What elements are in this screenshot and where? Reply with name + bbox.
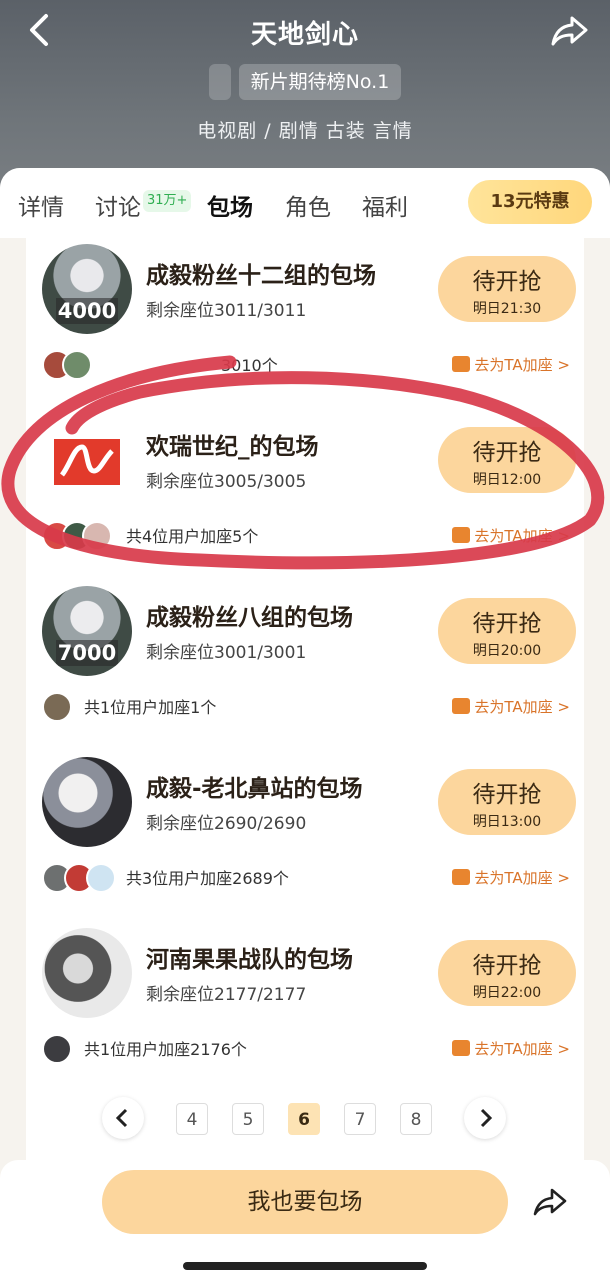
bottom-bar: 我也要包场: [0, 1160, 610, 1280]
page-7[interactable]: 7: [344, 1103, 376, 1135]
sofa-icon: [452, 1040, 471, 1056]
seat-count: 剩余座位3005/3005: [146, 472, 307, 492]
avatar: [86, 863, 116, 893]
genre-line: 电视剧 / 剧情 古装 言情: [197, 120, 413, 142]
tab-bar: 详情 讨论 31万+ 包场 角色 福利 13元特惠: [0, 168, 610, 238]
rank-icon: [208, 64, 231, 100]
joined-summary: 3010个: [221, 356, 278, 375]
promo-button[interactable]: 13元特惠: [468, 180, 592, 224]
rank-badge[interactable]: 新片期待榜No.1: [238, 64, 402, 100]
add-seat-link[interactable]: 去为TA加座 >: [452, 696, 570, 717]
avatar-number: 7000: [56, 640, 118, 666]
content-panel: 详情 讨论 31万+ 包场 角色 福利 13元特惠 4000 成毅粉丝十二组的包…: [0, 168, 610, 1280]
add-seat-link[interactable]: 去为TA加座 >: [452, 525, 570, 546]
grab-time: 明日13:00: [472, 814, 542, 830]
booking-title: 河南果果战队的包场: [146, 947, 353, 973]
page-6[interactable]: 6: [288, 1103, 320, 1135]
avatar: [42, 415, 132, 505]
prev-page-button[interactable]: [102, 1097, 144, 1139]
booking-title: 成毅-老北鼻站的包场: [146, 776, 363, 802]
seat-count: 剩余座位3011/3011: [146, 301, 307, 321]
booking-title: 欢瑞世纪_的包场: [146, 434, 319, 460]
avatar: 7000: [42, 586, 132, 676]
grab-label: 待开抢: [472, 440, 542, 466]
booking-title: 成毅粉丝十二组的包场: [146, 263, 376, 289]
grab-button[interactable]: 待开抢 明日12:00: [438, 427, 576, 493]
grab-time: 明日22:00: [472, 985, 542, 1001]
tab-details[interactable]: 详情: [18, 188, 64, 222]
grab-label: 待开抢: [472, 611, 542, 637]
share-icon[interactable]: [548, 10, 592, 50]
seat-count: 剩余座位2690/2690: [146, 814, 307, 834]
avatar: [82, 521, 112, 551]
grab-label: 待开抢: [472, 269, 542, 295]
grab-button[interactable]: 待开抢 明日22:00: [438, 940, 576, 1006]
avatar: [42, 692, 72, 722]
sofa-icon: [452, 869, 471, 885]
tab-roles[interactable]: 角色: [285, 188, 331, 222]
chevron-left-icon: [115, 1108, 128, 1128]
page-4[interactable]: 4: [176, 1103, 208, 1135]
joined-summary: 共3位用户加座2689个: [126, 869, 289, 888]
next-page-button[interactable]: [464, 1097, 506, 1139]
grab-time: 明日21:30: [472, 301, 542, 317]
home-indicator: [183, 1262, 427, 1270]
sofa-icon: [452, 527, 471, 543]
discussion-count-badge: 31万+: [143, 190, 192, 212]
huanrui-logo-icon: [54, 439, 120, 485]
avatar: [42, 928, 132, 1018]
joined-summary: 共4位用户加座5个: [126, 527, 259, 546]
list-item[interactable]: 河南果果战队的包场 剩余座位2177/2177 待开抢 明日22:00 共1位用…: [26, 922, 584, 1092]
seat-count: 剩余座位2177/2177: [146, 985, 307, 1005]
grab-button[interactable]: 待开抢 明日20:00: [438, 598, 576, 664]
list-item[interactable]: 4000 成毅粉丝十二组的包场 剩余座位3011/3011 待开抢 明日21:3…: [26, 238, 584, 408]
avatar: [42, 757, 132, 847]
joined-summary: 共1位用户加座1个: [84, 698, 217, 717]
avatar: [42, 1034, 72, 1064]
grab-time: 明日20:00: [472, 643, 542, 659]
list-item[interactable]: 成毅-老北鼻站的包场 剩余座位2690/2690 待开抢 明日13:00 共3位…: [26, 751, 584, 921]
avatar: [62, 350, 92, 380]
joined-summary: 共1位用户加座2176个: [84, 1040, 247, 1059]
page-8[interactable]: 8: [400, 1103, 432, 1135]
page-5[interactable]: 5: [232, 1103, 264, 1135]
tab-discussion[interactable]: 讨论: [95, 188, 141, 222]
add-seat-link[interactable]: 去为TA加座 >: [452, 867, 570, 888]
booking-title: 成毅粉丝八组的包场: [146, 605, 353, 631]
avatar: 4000: [42, 244, 132, 334]
grab-button[interactable]: 待开抢 明日21:30: [438, 256, 576, 322]
add-seat-link[interactable]: 去为TA加座 >: [452, 1038, 570, 1059]
booking-list: 4000 成毅粉丝十二组的包场 剩余座位3011/3011 待开抢 明日21:3…: [26, 238, 584, 1238]
sofa-icon: [452, 356, 471, 372]
add-seat-link[interactable]: 去为TA加座 >: [452, 354, 570, 375]
page-title: 天地剑心: [250, 20, 359, 50]
list-item[interactable]: 欢瑞世纪_的包场 剩余座位3005/3005 待开抢 明日12:00 共4位用户…: [26, 409, 584, 579]
tab-benefits[interactable]: 福利: [362, 188, 408, 222]
pagination: 4 5 6 7 8: [26, 1093, 584, 1143]
grab-button[interactable]: 待开抢 明日13:00: [438, 769, 576, 835]
grab-label: 待开抢: [472, 953, 542, 979]
grab-time: 明日12:00: [472, 472, 542, 488]
grab-label: 待开抢: [472, 782, 542, 808]
share-icon[interactable]: [530, 1184, 570, 1220]
tab-booking[interactable]: 包场: [207, 188, 253, 222]
rank-row: 新片期待榜No.1: [0, 64, 610, 100]
seat-count: 剩余座位3001/3001: [146, 643, 307, 663]
list-item[interactable]: 7000 成毅粉丝八组的包场 剩余座位3001/3001 待开抢 明日20:00…: [26, 580, 584, 750]
avatar-number: 4000: [56, 298, 118, 324]
create-booking-button[interactable]: 我也要包场: [102, 1170, 508, 1234]
sofa-icon: [452, 698, 471, 714]
chevron-right-icon: [480, 1108, 493, 1128]
